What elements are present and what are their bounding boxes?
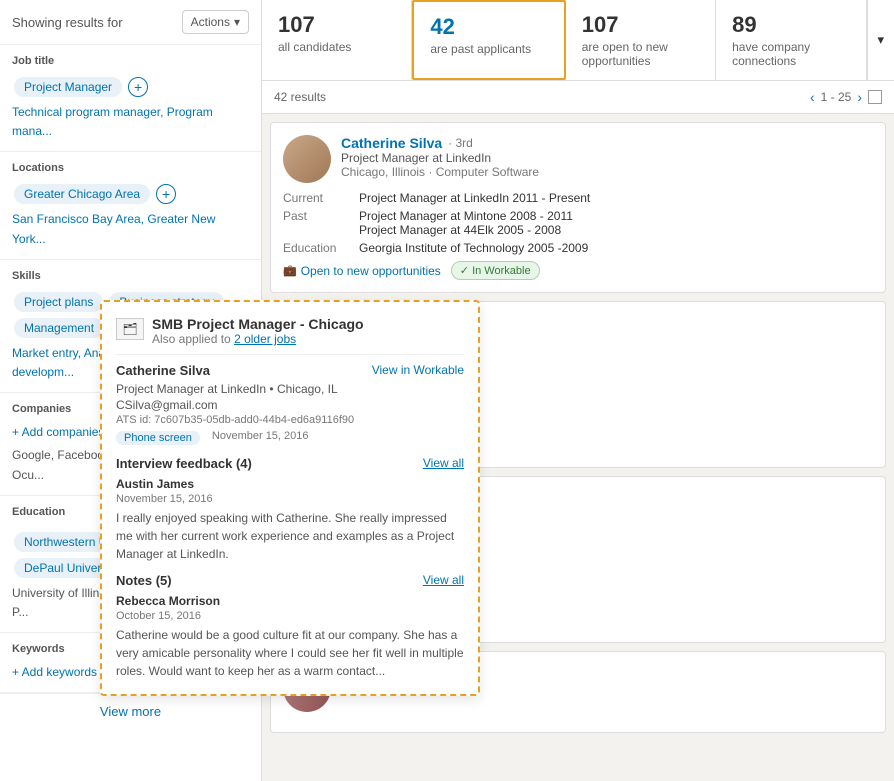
view-workable-link[interactable]: View in Workable bbox=[372, 363, 464, 377]
stat-open[interactable]: 107 are open to new opportunities bbox=[566, 0, 716, 80]
workable-badge-catherine: ✓ In Workable bbox=[451, 261, 540, 280]
add-location-button[interactable]: + bbox=[156, 184, 176, 204]
education-label: Education bbox=[12, 506, 65, 518]
sidebar-header: Showing results for Actions ▾ bbox=[0, 0, 261, 45]
job-title-sub: Technical program manager, Program mana.… bbox=[12, 103, 249, 141]
company-count: 89 bbox=[732, 12, 849, 38]
popup-review-text: I really enjoyed speaking with Catherine… bbox=[262, 509, 464, 563]
open-label: are open to new opportunities bbox=[582, 40, 699, 68]
prev-page-button[interactable]: ‹ bbox=[810, 89, 815, 105]
popup-notes-view-all[interactable]: View all bbox=[423, 573, 464, 588]
all-count: 107 bbox=[278, 12, 395, 38]
results-count: 42 results bbox=[274, 90, 326, 104]
past-value-catherine: Project Manager at Mintone 2008 - 2011 P… bbox=[359, 209, 873, 237]
popup-notes-header: Notes (5) View all bbox=[262, 573, 464, 588]
popup-reviewer-date: November 15, 2016 bbox=[262, 493, 464, 505]
popup-person-header: Catherine Silva View in Workable bbox=[262, 363, 464, 378]
popup-notes-author: Rebecca Morrison bbox=[262, 594, 464, 608]
stat-all[interactable]: 107 all candidates bbox=[262, 0, 412, 80]
locations-sub: San Francisco Bay Area, Greater New York… bbox=[12, 210, 249, 248]
tag-project-manager[interactable]: Project Manager bbox=[14, 77, 122, 97]
showing-text: Showing results for bbox=[12, 15, 123, 30]
job-title-label: Job title bbox=[12, 55, 249, 67]
stat-past[interactable]: 42 are past applicants bbox=[412, 0, 565, 80]
page-range: 1 - 25 bbox=[821, 90, 852, 104]
popup-badge-row: Phone screen November 15, 2016 bbox=[262, 430, 464, 446]
popup-card: 🗂 SMB Project Manager - Chicago Also app… bbox=[262, 300, 480, 696]
popup-job-link[interactable]: 2 older jobs bbox=[262, 332, 296, 346]
candidate-degree-catherine: · 3rd bbox=[448, 136, 473, 150]
candidate-info-catherine: Catherine Silva · 3rd Project Manager at… bbox=[341, 135, 539, 183]
current-value-catherine: Project Manager at LinkedIn 2011 - Prese… bbox=[359, 191, 873, 205]
avatar-catherine bbox=[283, 135, 331, 183]
stats-expand[interactable]: ▾ bbox=[867, 0, 894, 80]
past-label-catherine: Past bbox=[283, 209, 351, 237]
stats-bar: 107 all candidates 42 are past applicant… bbox=[262, 0, 894, 81]
job-title-tags: Project Manager + bbox=[12, 75, 249, 99]
locations-label: Locations bbox=[12, 162, 249, 174]
popup-notes-text: Catherine would be a good culture fit at… bbox=[262, 626, 464, 680]
popup-job-info: SMB Project Manager - Chicago Also appli… bbox=[262, 316, 364, 346]
job-title-section: Job title Project Manager + Technical pr… bbox=[0, 45, 261, 152]
all-label: all candidates bbox=[278, 40, 395, 54]
popup-job-title: SMB Project Manager - Chicago bbox=[262, 316, 364, 332]
candidate-card-catherine: Catherine Silva · 3rd Project Manager at… bbox=[270, 122, 886, 293]
candidate-title-catherine: Project Manager at LinkedIn bbox=[341, 151, 539, 165]
select-all-checkbox[interactable] bbox=[868, 90, 882, 104]
actions-button[interactable]: Actions ▾ bbox=[182, 10, 249, 34]
open-badge-catherine: 💼 Open to new opportunities bbox=[283, 264, 441, 278]
popup-job-row: 🗂 SMB Project Manager - Chicago Also app… bbox=[262, 316, 464, 355]
open-count: 107 bbox=[582, 12, 699, 38]
education-label-catherine: Education bbox=[283, 241, 351, 255]
popup-stage-date: November 15, 2016 bbox=[262, 430, 309, 442]
main-content: 107 all candidates 42 are past applicant… bbox=[262, 0, 894, 781]
pagination: ‹ 1 - 25 › bbox=[810, 89, 882, 105]
briefcase-icon: 💼 bbox=[283, 264, 297, 277]
current-label-catherine: Current bbox=[283, 191, 351, 205]
add-job-title-button[interactable]: + bbox=[128, 77, 148, 97]
past-row-catherine: Past Project Manager at Mintone 2008 - 2… bbox=[283, 209, 873, 237]
popup-interview-view-all[interactable]: View all bbox=[423, 456, 464, 471]
past-label: are past applicants bbox=[430, 42, 547, 56]
chevron-down-icon: ▾ bbox=[234, 15, 240, 29]
past-count: 42 bbox=[430, 14, 547, 40]
current-row-catherine: Current Project Manager at LinkedIn 2011… bbox=[283, 191, 873, 205]
candidate-location-catherine: Chicago, Illinois · Computer Software bbox=[341, 165, 539, 179]
stat-company[interactable]: 89 have company connections bbox=[716, 0, 866, 80]
popup-notes-date: October 15, 2016 bbox=[262, 610, 464, 622]
catherine-badges: 💼 Open to new opportunities ✓ In Workabl… bbox=[283, 261, 873, 280]
popup-reviewer-name: Austin James bbox=[262, 477, 464, 491]
tag-project-plans[interactable]: Project plans bbox=[14, 292, 103, 312]
popup-person-title: Project Manager at LinkedIn • Chicago, I… bbox=[262, 382, 464, 396]
popup-ats-id: ATS id: 7c607b35-05db-add0-44b4-ed6a9116… bbox=[262, 414, 464, 426]
popup-person-email: CSilva@gmail.com bbox=[262, 398, 464, 412]
company-label: have company connections bbox=[732, 40, 849, 68]
view-more-button[interactable]: View more bbox=[0, 693, 261, 729]
actions-label: Actions bbox=[191, 15, 230, 29]
next-page-button[interactable]: › bbox=[857, 89, 862, 105]
tag-chicago[interactable]: Greater Chicago Area bbox=[14, 184, 150, 204]
results-bar: 42 results ‹ 1 - 25 › bbox=[262, 81, 894, 114]
popup-interview-header: Interview feedback (4) View all bbox=[262, 456, 464, 471]
locations-tags: Greater Chicago Area + bbox=[12, 182, 249, 206]
education-value-catherine: Georgia Institute of Technology 2005 -20… bbox=[359, 241, 873, 255]
locations-section: Locations Greater Chicago Area + San Fra… bbox=[0, 152, 261, 259]
candidate-name-catherine[interactable]: Catherine Silva bbox=[341, 135, 442, 151]
education-row-catherine: Education Georgia Institute of Technolog… bbox=[283, 241, 873, 255]
candidate-header-catherine: Catherine Silva · 3rd Project Manager at… bbox=[283, 135, 873, 183]
popup-job-sub: Also applied to 2 older jobs bbox=[262, 332, 364, 346]
skills-label: Skills bbox=[12, 270, 249, 282]
app-container: Showing results for Actions ▾ Job title … bbox=[0, 0, 894, 781]
tag-management[interactable]: Management bbox=[14, 318, 104, 338]
